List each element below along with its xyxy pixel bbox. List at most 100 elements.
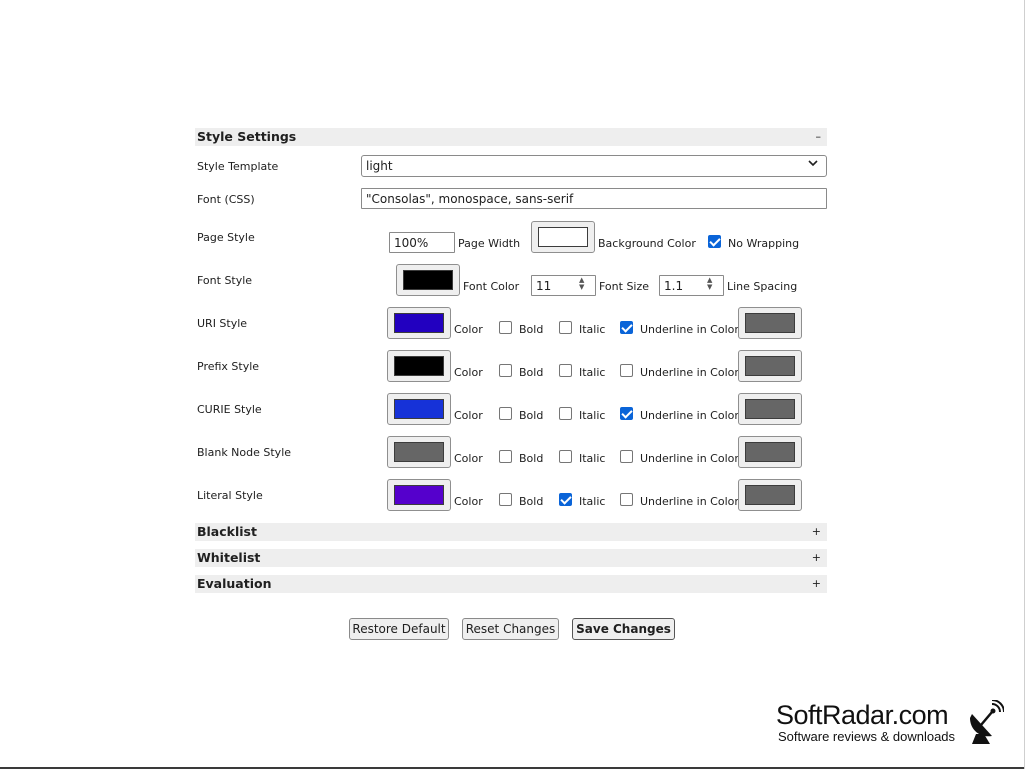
bold-checkbox[interactable]	[499, 493, 512, 506]
color-swatch	[394, 485, 444, 505]
prefix-style-underline-color-picker[interactable]	[738, 350, 802, 382]
collapse-toggle[interactable]: –	[816, 128, 822, 146]
page-width-input[interactable]	[389, 232, 455, 253]
uri-style-underline-color-picker[interactable]	[738, 307, 802, 339]
color-label: Color	[454, 323, 483, 336]
color-swatch	[394, 399, 444, 419]
font-css-input[interactable]	[361, 188, 827, 209]
italic-label: Italic	[579, 495, 606, 508]
color-swatch	[745, 442, 795, 462]
color-swatch	[745, 485, 795, 505]
satellite-dish-icon	[966, 699, 1005, 747]
bold-label: Bold	[519, 452, 544, 465]
literal-style-color-picker[interactable]	[387, 479, 451, 511]
style-template-select[interactable]: light	[361, 155, 827, 177]
bold-checkbox[interactable]	[499, 364, 512, 377]
underline-label: Underline in Color	[640, 366, 739, 379]
bold-checkbox[interactable]	[499, 450, 512, 463]
color-swatch	[394, 356, 444, 376]
color-label: Color	[454, 409, 483, 422]
curie-style-label: CURIE Style	[197, 403, 262, 416]
italic-label: Italic	[579, 323, 606, 336]
uri-style-label: URI Style	[197, 317, 248, 330]
font-color-picker[interactable]	[396, 264, 460, 296]
spinner-arrows-icon[interactable]: ▲ ▼	[579, 277, 584, 291]
no-wrapping-label: No Wrapping	[728, 237, 800, 250]
blank-node-style-underline-color-picker[interactable]	[738, 436, 802, 468]
background-color-picker[interactable]	[531, 221, 595, 253]
page-width-label: Page Width	[458, 237, 521, 250]
underline-label: Underline in Color	[640, 323, 739, 336]
save-changes-button[interactable]: Save Changes	[572, 618, 675, 640]
section-header-blacklist[interactable]: Blacklist +	[195, 523, 827, 541]
italic-checkbox[interactable]	[559, 493, 572, 506]
bold-label: Bold	[519, 495, 544, 508]
underline-checkbox[interactable]	[620, 364, 633, 377]
background-color-label: Background Color	[598, 237, 696, 250]
spinner-arrows-icon[interactable]: ▲ ▼	[707, 277, 712, 291]
italic-checkbox[interactable]	[559, 407, 572, 420]
italic-label: Italic	[579, 409, 606, 422]
color-swatch	[745, 356, 795, 376]
section-header-evaluation[interactable]: Evaluation +	[195, 575, 827, 593]
section-header-whitelist[interactable]: Whitelist +	[195, 549, 827, 567]
literal-style-label: Literal Style	[197, 489, 263, 502]
line-spacing-input[interactable]	[659, 275, 724, 296]
prefix-style-color-picker[interactable]	[387, 350, 451, 382]
color-swatch	[394, 313, 444, 333]
italic-label: Italic	[579, 452, 606, 465]
bold-checkbox[interactable]	[499, 321, 512, 334]
underline-label: Underline in Color	[640, 495, 739, 508]
expand-toggle[interactable]: +	[812, 523, 821, 541]
color-swatch	[394, 442, 444, 462]
font-style-label: Font Style	[197, 274, 253, 287]
underline-checkbox[interactable]	[620, 450, 633, 463]
section-header-style-settings[interactable]: Style Settings –	[195, 128, 827, 146]
color-label: Color	[454, 452, 483, 465]
reset-changes-button[interactable]: Reset Changes	[462, 618, 559, 640]
color-swatch	[745, 313, 795, 333]
underline-checkbox[interactable]	[620, 321, 633, 334]
page-style-label: Page Style	[197, 231, 255, 244]
section-title: Blacklist	[197, 524, 257, 539]
underline-checkbox[interactable]	[620, 407, 633, 420]
section-title: Style Settings	[197, 129, 297, 144]
watermark-tagline: Software reviews & downloads	[778, 729, 956, 744]
bold-label: Bold	[519, 409, 544, 422]
style-template-label: Style Template	[197, 160, 279, 173]
underline-label: Underline in Color	[640, 452, 739, 465]
color-label: Color	[454, 366, 483, 379]
section-title: Evaluation	[197, 576, 272, 591]
curie-style-color-picker[interactable]	[387, 393, 451, 425]
bold-checkbox[interactable]	[499, 407, 512, 420]
expand-toggle[interactable]: +	[812, 549, 821, 567]
bold-label: Bold	[519, 366, 544, 379]
uri-style-color-picker[interactable]	[387, 307, 451, 339]
italic-checkbox[interactable]	[559, 450, 572, 463]
prefix-style-label: Prefix Style	[197, 360, 260, 373]
italic-label: Italic	[579, 366, 606, 379]
underline-checkbox[interactable]	[620, 493, 633, 506]
underline-label: Underline in Color	[640, 409, 739, 422]
italic-checkbox[interactable]	[559, 364, 572, 377]
color-swatch	[403, 270, 453, 290]
color-label: Color	[454, 495, 483, 508]
color-swatch	[538, 227, 588, 247]
expand-toggle[interactable]: +	[812, 575, 821, 593]
blank-node-style-label: Blank Node Style	[197, 446, 292, 459]
section-title: Whitelist	[197, 550, 261, 565]
bold-label: Bold	[519, 323, 544, 336]
font-size-label: Font Size	[599, 280, 650, 293]
font-css-label: Font (CSS)	[197, 193, 255, 206]
curie-style-underline-color-picker[interactable]	[738, 393, 802, 425]
font-size-input[interactable]	[531, 275, 596, 296]
no-wrapping-checkbox[interactable]	[708, 235, 721, 248]
color-swatch	[745, 399, 795, 419]
watermark-brand: SoftRadar.com	[776, 700, 949, 730]
italic-checkbox[interactable]	[559, 321, 572, 334]
line-spacing-label: Line Spacing	[727, 280, 798, 293]
font-color-label: Font Color	[463, 280, 520, 293]
restore-default-button[interactable]: Restore Default	[349, 618, 449, 640]
literal-style-underline-color-picker[interactable]	[738, 479, 802, 511]
blank-node-style-color-picker[interactable]	[387, 436, 451, 468]
